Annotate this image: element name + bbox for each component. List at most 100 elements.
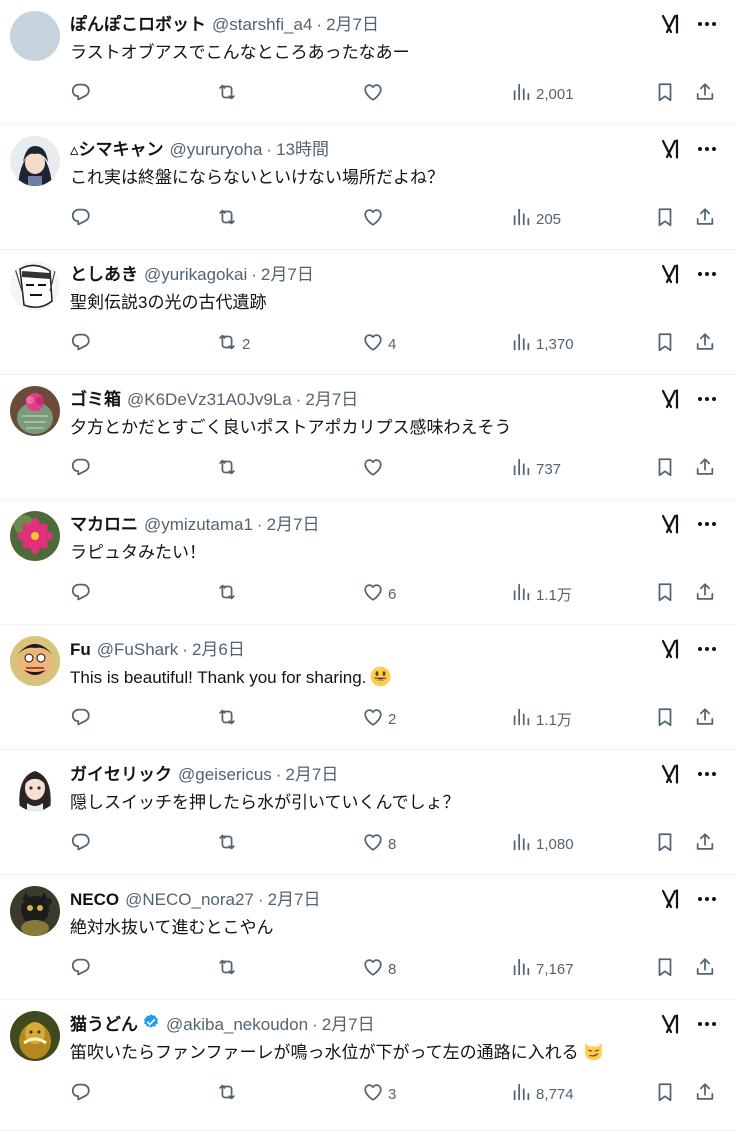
bookmark-button[interactable] bbox=[654, 1082, 676, 1106]
more-options-icon[interactable] bbox=[695, 387, 719, 411]
display-name[interactable]: としあき bbox=[70, 263, 138, 287]
views-button[interactable]: 205 bbox=[510, 207, 561, 231]
display-name[interactable]: Fu bbox=[70, 638, 91, 662]
grok-icon[interactable] bbox=[660, 1012, 684, 1036]
retweet-button[interactable] bbox=[216, 207, 242, 231]
user-handle[interactable]: @starshfi_a4 bbox=[212, 13, 312, 37]
grok-icon[interactable] bbox=[660, 12, 684, 36]
timestamp[interactable]: 2月7日 bbox=[268, 888, 321, 912]
reply-tweet[interactable]: Fu @FuShark · 2月6日 This is beautiful! Th… bbox=[0, 625, 736, 750]
avatar[interactable] bbox=[10, 886, 60, 936]
more-options-icon[interactable] bbox=[695, 262, 719, 286]
reply-button[interactable] bbox=[70, 207, 96, 231]
share-button[interactable] bbox=[694, 332, 716, 356]
display-name[interactable]: 猫うどん bbox=[70, 1013, 138, 1037]
views-button[interactable]: 2,001 bbox=[510, 82, 574, 106]
user-handle[interactable]: @yururyoha bbox=[170, 138, 263, 162]
bookmark-button[interactable] bbox=[654, 957, 676, 981]
bookmark-button[interactable] bbox=[654, 332, 676, 356]
grok-icon[interactable] bbox=[660, 387, 684, 411]
views-button[interactable]: 7,167 bbox=[510, 957, 574, 981]
views-button[interactable]: 1.1万 bbox=[510, 582, 572, 606]
user-handle[interactable]: @geisericus bbox=[178, 763, 272, 787]
like-button[interactable] bbox=[362, 457, 388, 481]
grok-icon[interactable] bbox=[660, 637, 684, 661]
avatar[interactable] bbox=[10, 11, 60, 61]
reply-tweet[interactable]: ゴミ箱 @K6DeVz31A0Jv9La · 2月7日 夕方とかだとすごく良いポ… bbox=[0, 375, 736, 500]
share-button[interactable] bbox=[694, 957, 716, 981]
retweet-button[interactable] bbox=[216, 1082, 242, 1106]
display-name[interactable]: ガイセリック bbox=[70, 763, 172, 787]
user-handle[interactable]: @ymizutama1 bbox=[144, 513, 253, 537]
share-button[interactable] bbox=[694, 582, 716, 606]
retweet-button[interactable]: 2 bbox=[216, 332, 250, 356]
grok-icon[interactable] bbox=[660, 262, 684, 286]
more-options-icon[interactable] bbox=[695, 137, 719, 161]
avatar[interactable] bbox=[10, 636, 60, 686]
more-options-icon[interactable] bbox=[695, 512, 719, 536]
avatar[interactable] bbox=[10, 386, 60, 436]
timestamp[interactable]: 2月7日 bbox=[322, 1013, 375, 1037]
reply-button[interactable] bbox=[70, 707, 96, 731]
like-button[interactable]: 6 bbox=[362, 582, 396, 606]
avatar[interactable] bbox=[10, 761, 60, 811]
reply-tweet[interactable]: ぽんぽこロボット @starshfi_a4 · 2月7日 ラストオブアスでこんな… bbox=[0, 0, 736, 125]
share-button[interactable] bbox=[694, 457, 716, 481]
timestamp[interactable]: 2月7日 bbox=[261, 263, 314, 287]
like-button[interactable]: 8 bbox=[362, 832, 396, 856]
views-button[interactable]: 1,370 bbox=[510, 332, 574, 356]
timestamp[interactable]: 2月7日 bbox=[285, 763, 338, 787]
reply-button[interactable] bbox=[70, 82, 96, 106]
reply-tweet[interactable]: マカロニ @ymizutama1 · 2月7日 ラピュタみたい！ 6 1.1万 bbox=[0, 500, 736, 625]
user-handle[interactable]: @NECO_nora27 bbox=[125, 888, 254, 912]
bookmark-button[interactable] bbox=[654, 82, 676, 106]
views-button[interactable]: 1,080 bbox=[510, 832, 574, 856]
like-button[interactable] bbox=[362, 207, 388, 231]
reply-button[interactable] bbox=[70, 582, 96, 606]
reply-tweet[interactable]: ▵シマキャン @yururyoha · 13時間 これ実は終盤にならないといけな… bbox=[0, 125, 736, 250]
bookmark-button[interactable] bbox=[654, 207, 676, 231]
views-button[interactable]: 737 bbox=[510, 457, 561, 481]
avatar[interactable] bbox=[10, 1011, 60, 1061]
avatar[interactable] bbox=[10, 261, 60, 311]
grok-icon[interactable] bbox=[660, 512, 684, 536]
reply-tweet[interactable]: ガイセリック @geisericus · 2月7日 隠しスイッチを押したら水が引… bbox=[0, 750, 736, 875]
reply-button[interactable] bbox=[70, 832, 96, 856]
timestamp[interactable]: 2月6日 bbox=[192, 638, 245, 662]
share-button[interactable] bbox=[694, 82, 716, 106]
reply-tweet[interactable]: NECO @NECO_nora27 · 2月7日 絶対水抜いて進むとこやん 8 … bbox=[0, 875, 736, 1000]
display-name[interactable]: マカロニ bbox=[70, 513, 138, 537]
reply-button[interactable] bbox=[70, 332, 96, 356]
avatar[interactable] bbox=[10, 511, 60, 561]
timestamp[interactable]: 2月7日 bbox=[305, 388, 358, 412]
user-handle[interactable]: @K6DeVz31A0Jv9La bbox=[127, 388, 292, 412]
timestamp[interactable]: 13時間 bbox=[276, 138, 329, 162]
grok-icon[interactable] bbox=[660, 762, 684, 786]
display-name[interactable]: ▵シマキャン bbox=[70, 138, 164, 162]
grok-icon[interactable] bbox=[660, 137, 684, 161]
display-name[interactable]: NECO bbox=[70, 888, 119, 912]
like-button[interactable]: 3 bbox=[362, 1082, 396, 1106]
user-handle[interactable]: @yurikagokai bbox=[144, 263, 247, 287]
reply-tweet[interactable]: としあき @yurikagokai · 2月7日 聖剣伝説3の光の古代遺跡 2 … bbox=[0, 250, 736, 375]
bookmark-button[interactable] bbox=[654, 457, 676, 481]
views-button[interactable]: 8,774 bbox=[510, 1082, 574, 1106]
retweet-button[interactable] bbox=[216, 832, 242, 856]
more-options-icon[interactable] bbox=[695, 637, 719, 661]
timestamp[interactable]: 2月7日 bbox=[267, 513, 320, 537]
reply-button[interactable] bbox=[70, 1082, 96, 1106]
share-button[interactable] bbox=[694, 207, 716, 231]
like-button[interactable]: 8 bbox=[362, 957, 396, 981]
more-options-icon[interactable] bbox=[695, 1012, 719, 1036]
like-button[interactable]: 2 bbox=[362, 707, 396, 731]
more-options-icon[interactable] bbox=[695, 12, 719, 36]
avatar[interactable] bbox=[10, 136, 60, 186]
user-handle[interactable]: @FuShark bbox=[97, 638, 179, 662]
bookmark-button[interactable] bbox=[654, 582, 676, 606]
reply-tweet[interactable]: 猫うどん @akiba_nekoudon · 2月7日 笛吹いたらファンファーレ… bbox=[0, 1000, 736, 1131]
views-button[interactable]: 1.1万 bbox=[510, 707, 572, 731]
like-button[interactable] bbox=[362, 82, 388, 106]
like-button[interactable]: 4 bbox=[362, 332, 396, 356]
grok-icon[interactable] bbox=[660, 887, 684, 911]
share-button[interactable] bbox=[694, 832, 716, 856]
